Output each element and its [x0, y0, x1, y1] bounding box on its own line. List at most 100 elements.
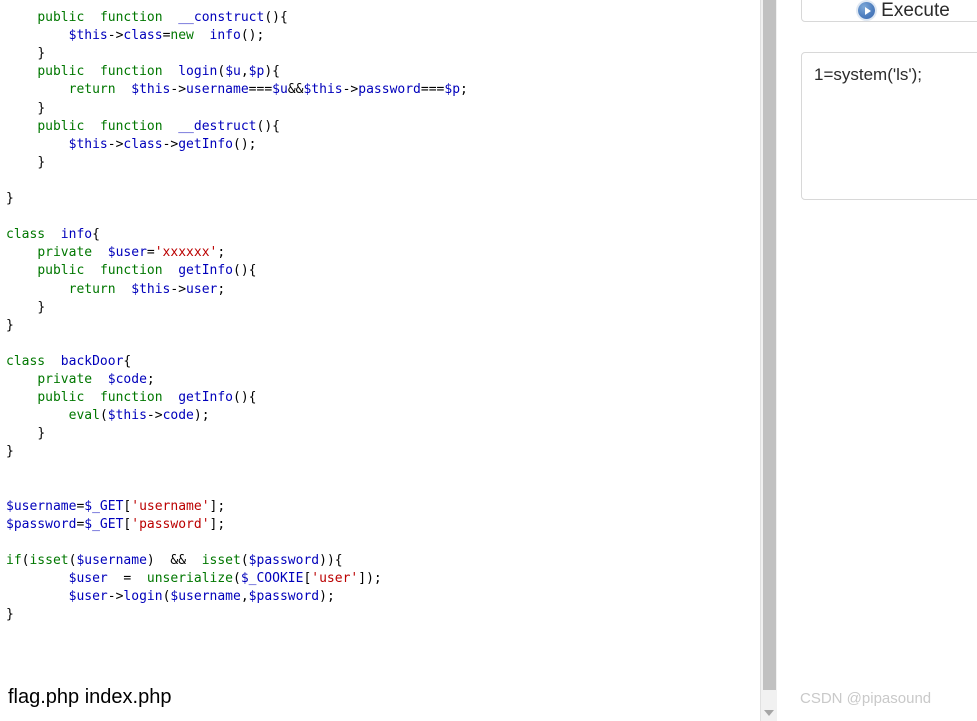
code-line: class backDoor{	[6, 353, 468, 371]
code-token: public	[37, 390, 85, 406]
code-line: }	[6, 443, 468, 461]
code-token: &&	[170, 552, 187, 568]
code-line: $password=$_GET['password'];	[6, 516, 468, 534]
code-line: }	[6, 190, 468, 208]
code-token: $password	[248, 552, 320, 568]
code-token: ->	[107, 589, 124, 605]
code-token: function	[99, 263, 163, 279]
play-triangle-icon	[864, 6, 871, 15]
code-token: password	[358, 82, 421, 98]
code-token: public	[37, 118, 85, 134]
code-token: ];	[209, 516, 226, 532]
code-token: }	[37, 154, 46, 170]
code-token: ();	[240, 28, 265, 44]
code-line: return $this->user;	[6, 281, 468, 299]
code-token: login	[178, 64, 218, 80]
chevron-down-icon	[764, 709, 774, 716]
code-token: ];	[209, 498, 226, 514]
code-token: (){	[233, 390, 257, 406]
code-token: $user	[68, 571, 108, 586]
code-token: ->	[342, 82, 359, 98]
code-token: ;	[146, 371, 155, 387]
code-line: }	[6, 100, 468, 118]
code-line: eval($this->code);	[6, 407, 468, 425]
directory-listing-output: flag.php index.php	[8, 686, 172, 708]
execute-button-content: Execute	[858, 1, 950, 20]
code-token: (){	[256, 118, 280, 134]
code-token: 'user'	[311, 571, 359, 586]
code-token: ;	[217, 245, 226, 261]
code-token: getInfo	[178, 263, 234, 279]
code-token: ->	[146, 408, 163, 424]
code-token: $username	[6, 498, 77, 514]
code-token: class	[123, 136, 163, 152]
code-token: $u	[225, 64, 241, 80]
code-line: if(isset($username) && isset($password))…	[6, 552, 468, 570]
code-token: $code	[107, 371, 147, 387]
code-token: ->	[170, 82, 187, 98]
csdn-watermark: CSDN @pipasound	[800, 690, 932, 707]
code-line: $user->login($username,$password);	[6, 588, 468, 606]
code-token: ;	[217, 281, 226, 297]
code-token: ->	[170, 281, 187, 297]
code-token: {	[123, 353, 132, 369]
code-token: __destruct	[178, 118, 257, 134]
result-output-text: 1=system('ls');	[814, 65, 923, 84]
code-token: backDoor	[60, 353, 124, 369]
source-code-pane[interactable]: public function __construct(){ $this->cl…	[0, 0, 760, 678]
code-token: private	[37, 371, 93, 387]
code-token: }	[6, 444, 14, 460]
code-token: }	[6, 317, 14, 333]
code-token: public	[37, 64, 85, 80]
code-token: $username	[170, 589, 241, 605]
code-pane-scrollbar[interactable]	[760, 0, 777, 721]
code-token: public	[37, 10, 85, 26]
code-token: public	[37, 263, 85, 279]
scrollbar-thumb[interactable]	[763, 0, 776, 690]
code-token: $user	[107, 245, 147, 261]
code-token: );	[193, 408, 210, 424]
code-token: __construct	[178, 10, 265, 26]
code-token: {	[92, 227, 100, 243]
code-token: info	[60, 227, 93, 243]
code-token: ===	[420, 82, 445, 98]
code-token: login	[123, 589, 163, 605]
code-token: $user	[68, 589, 108, 605]
code-token: }	[37, 46, 46, 62]
code-token: private	[37, 245, 93, 261]
code-token: function	[99, 390, 163, 406]
code-token: )){	[319, 552, 343, 568]
code-token: code	[162, 408, 194, 424]
scrollbar-down-arrow-button[interactable]	[761, 704, 777, 721]
code-line: public function __destruct(){	[6, 118, 468, 136]
result-output-box[interactable]: 1=system('ls');	[801, 52, 977, 200]
code-line: }	[6, 425, 468, 443]
code-token: (	[99, 408, 108, 424]
code-token: (){	[264, 10, 288, 26]
code-token: isset	[201, 552, 241, 568]
right-panel: Execute 1=system('ls');	[778, 0, 977, 721]
code-token: username	[186, 82, 249, 98]
code-token: &&	[287, 82, 304, 98]
code-token: ,	[240, 589, 249, 605]
code-token: ->	[162, 136, 179, 152]
code-line: public function getInfo(){	[6, 262, 468, 280]
code-token: function	[99, 118, 163, 134]
code-token: $this	[68, 136, 108, 152]
code-token: function	[99, 64, 163, 80]
code-token: 'password'	[131, 516, 210, 532]
code-line: class info{	[6, 226, 468, 244]
code-token: eval	[68, 408, 100, 424]
execute-button[interactable]: Execute	[801, 0, 977, 22]
